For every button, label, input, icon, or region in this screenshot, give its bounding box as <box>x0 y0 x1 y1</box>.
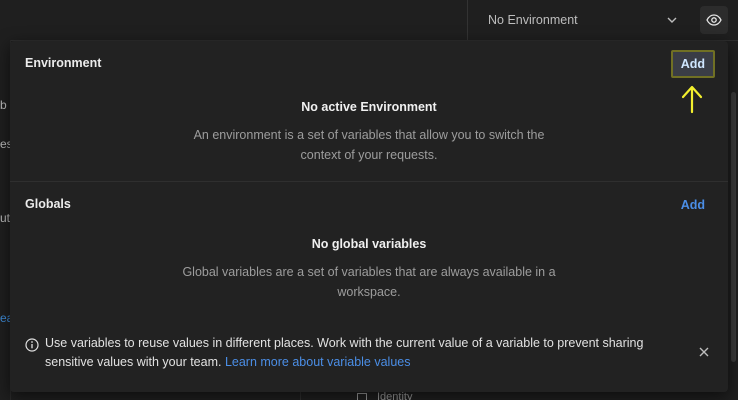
close-icon[interactable] <box>698 346 710 358</box>
globals-empty-description: Global variables are a set of variables … <box>182 265 556 299</box>
info-text: Use variables to reuse values in differe… <box>45 334 685 372</box>
folder-icon <box>357 393 367 400</box>
environment-quick-look-panel: Environment Add No active Environment An… <box>10 41 728 392</box>
background-text-fragment: ut <box>0 211 11 225</box>
scrollbar[interactable] <box>731 92 736 362</box>
add-global-button[interactable]: Add <box>675 194 711 216</box>
learn-more-link[interactable]: Learn more about variable values <box>225 355 411 369</box>
info-icon <box>25 338 39 352</box>
environment-empty-description: An environment is a set of variables tha… <box>193 128 545 162</box>
app-root: No Environment b es ut ea Identity Envir… <box>0 0 738 400</box>
globals-section-title: Globals <box>25 197 71 211</box>
environment-empty-title: No active Environment <box>301 100 437 114</box>
add-environment-button[interactable]: Add <box>670 50 715 78</box>
background-row-label: Identity <box>377 391 413 400</box>
background-list-row: Identity <box>300 391 738 400</box>
info-banner: Use variables to reuse values in differe… <box>10 323 728 392</box>
background-text-fragment: b <box>0 98 7 112</box>
globals-section: Globals Add No global variables Global v… <box>10 182 728 312</box>
eye-icon <box>706 14 722 26</box>
chevron-down-icon <box>667 17 677 23</box>
environment-section: Environment Add No active Environment An… <box>10 41 728 182</box>
environment-quick-look-button[interactable] <box>700 6 728 34</box>
globals-empty-title: No global variables <box>311 237 427 251</box>
environment-select[interactable]: No Environment <box>467 0 692 40</box>
environment-select-label: No Environment <box>488 13 578 27</box>
top-bar: No Environment <box>0 0 738 41</box>
environment-section-title: Environment <box>25 56 102 70</box>
